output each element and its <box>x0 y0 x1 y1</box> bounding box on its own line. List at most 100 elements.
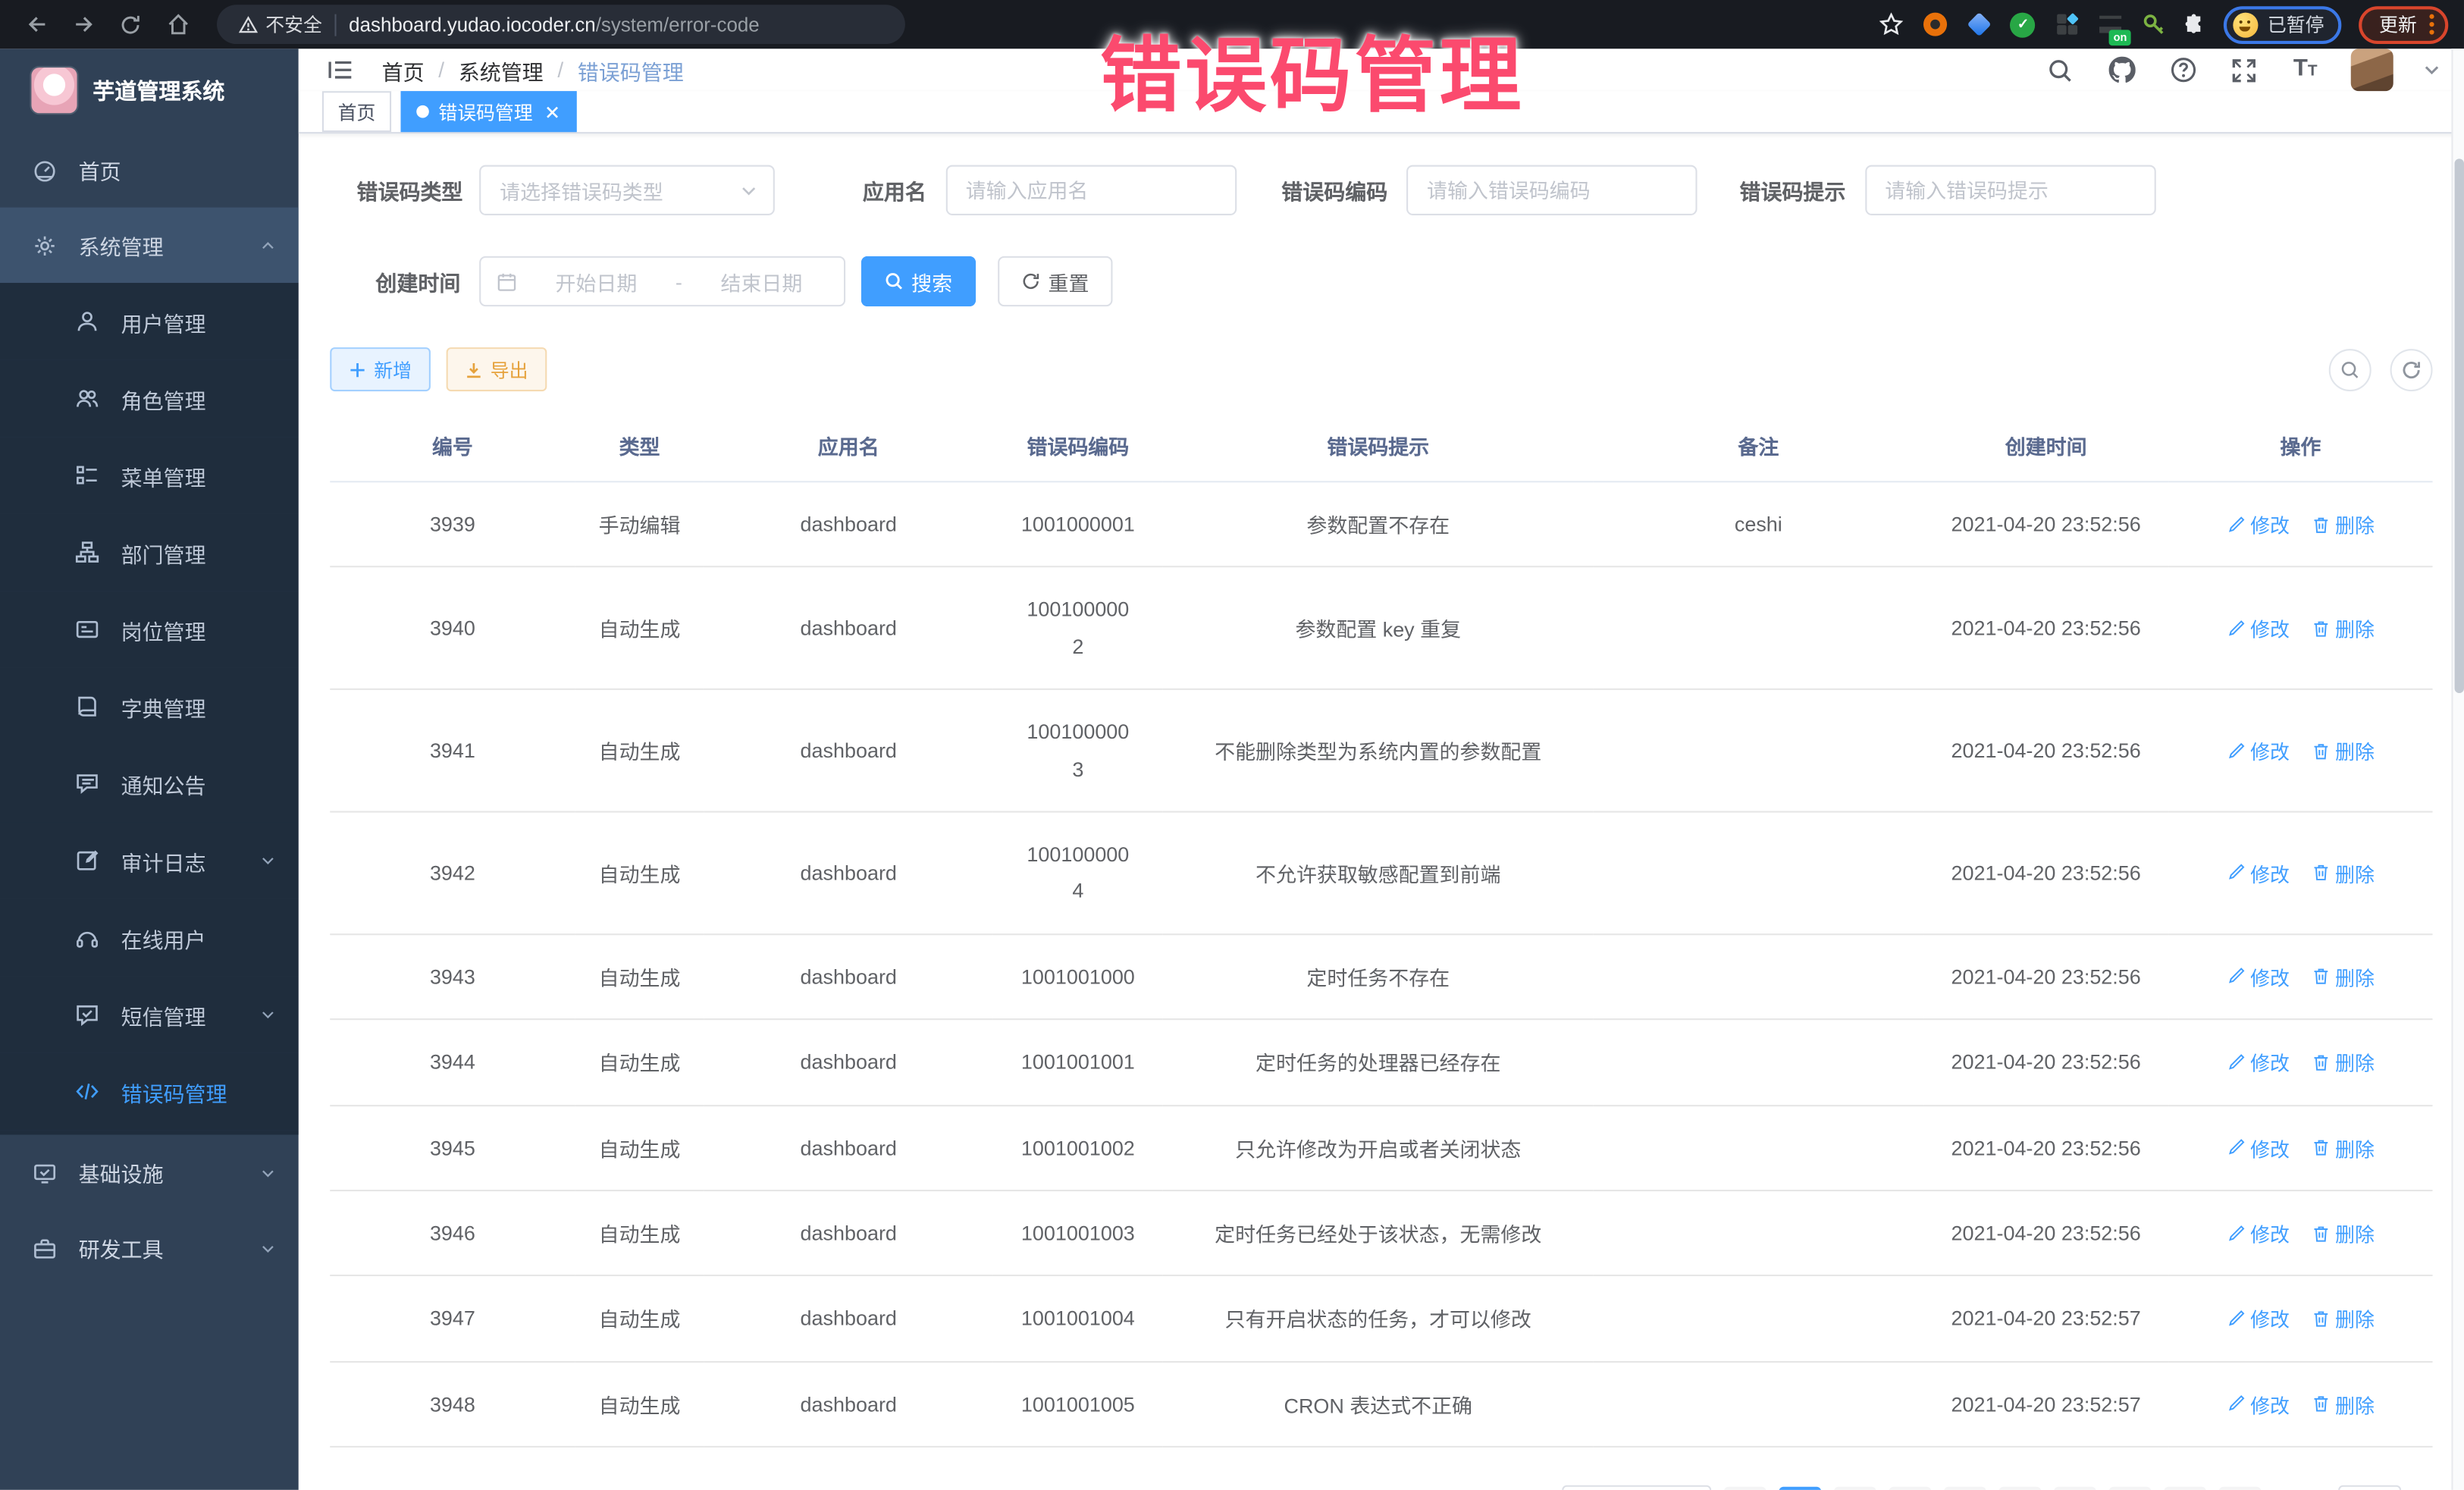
help-icon[interactable] <box>2167 55 2198 86</box>
book-icon <box>74 694 99 719</box>
user-avatar[interactable] <box>2351 49 2393 91</box>
sidebar-item-audit[interactable]: 审计日志 <box>0 822 299 899</box>
url-text[interactable]: dashboard.yudao.iocoder.cn/system/error-… <box>349 14 760 36</box>
extension-icon-key[interactable] <box>2142 13 2165 36</box>
extension-icon-switch[interactable]: on <box>2098 11 2124 38</box>
sidebar-item-devtool[interactable]: 研发工具 <box>0 1210 299 1285</box>
refresh-icon <box>1021 272 1040 291</box>
delete-link[interactable]: 删除 <box>2312 1219 2375 1248</box>
sidebar-item-home[interactable]: 首页 <box>0 132 299 207</box>
sidebar-logo[interactable]: 芋道管理系统 <box>0 49 299 132</box>
sidebar-item-online[interactable]: 在线用户 <box>0 899 299 977</box>
search-icon[interactable] <box>2045 55 2076 86</box>
error-type-select[interactable]: 请选择错误码类型 <box>479 165 775 215</box>
edit-link[interactable]: 修改 <box>2227 1303 2290 1333</box>
bookmark-star-icon[interactable] <box>1878 11 1904 38</box>
tab-home[interactable]: 首页 <box>322 91 391 132</box>
avatar-caret-icon[interactable] <box>2423 61 2440 79</box>
not-secure-warning[interactable]: 不安全 <box>239 11 322 38</box>
error-hint-input[interactable] <box>1864 165 2155 215</box>
sidebar-item-post[interactable]: 岗位管理 <box>0 591 299 668</box>
page-button-6[interactable]: 6 <box>2054 1486 2096 1490</box>
delete-link[interactable]: 删除 <box>2312 736 2375 765</box>
edit-link[interactable]: 修改 <box>2227 510 2290 539</box>
sidebar-item-label: 首页 <box>79 154 121 185</box>
export-button[interactable]: 导出 <box>447 347 547 391</box>
sidebar-item-notice[interactable]: 通知公告 <box>0 745 299 822</box>
address-bar[interactable]: 不安全 dashboard.yudao.iocoder.cn/system/er… <box>217 5 905 44</box>
delete-link[interactable]: 删除 <box>2312 510 2375 539</box>
delete-link[interactable]: 删除 <box>2312 1389 2375 1419</box>
home-icon[interactable] <box>157 5 198 43</box>
scrollbar-thumb[interactable] <box>2455 158 2464 693</box>
fullscreen-icon[interactable] <box>2228 55 2259 86</box>
page-button-2[interactable]: 2 <box>1834 1486 1876 1490</box>
hamburger-icon[interactable] <box>322 52 357 87</box>
prev-page-button[interactable] <box>1724 1486 1766 1490</box>
paused-extension-badge[interactable]: 已暂停 <box>2224 5 2341 43</box>
delete-link[interactable]: 删除 <box>2312 1133 2375 1162</box>
reset-button[interactable]: 重置 <box>998 256 1112 306</box>
edit-link[interactable]: 修改 <box>2227 613 2290 643</box>
page-button-1[interactable]: 1 <box>1779 1486 1821 1490</box>
search-button[interactable]: 搜索 <box>861 256 976 306</box>
page-ellipsis-button[interactable]: ••• <box>2108 1486 2151 1490</box>
extension-icon-orange[interactable] <box>1922 11 1948 38</box>
edit-link[interactable]: 修改 <box>2227 1133 2290 1162</box>
goto-page-input[interactable] <box>2338 1485 2401 1490</box>
edit-link[interactable]: 修改 <box>2227 858 2290 887</box>
sidebar-item-menu[interactable]: 菜单管理 <box>0 437 299 514</box>
extension-icon-gem[interactable] <box>1966 11 1992 38</box>
delete-link[interactable]: 删除 <box>2312 1047 2375 1077</box>
delete-link[interactable]: 删除 <box>2312 1303 2375 1333</box>
bubble-icon <box>74 771 99 796</box>
table-cell: dashboard <box>704 1105 993 1190</box>
breadcrumb-system[interactable]: 系统管理 <box>459 55 544 86</box>
next-page-button[interactable] <box>2219 1486 2262 1490</box>
edit-link[interactable]: 修改 <box>2227 961 2290 991</box>
page-button-4[interactable]: 4 <box>1944 1486 1986 1490</box>
reload-icon[interactable] <box>110 5 151 43</box>
page-button-8[interactable]: 8 <box>2164 1486 2206 1490</box>
app-name-input[interactable] <box>945 165 1236 215</box>
sidebar-item-infra[interactable]: 基础设施 <box>0 1134 299 1209</box>
page-button-5[interactable]: 5 <box>1998 1486 2041 1490</box>
extension-icon-green-check[interactable]: ✓ <box>2010 11 2036 38</box>
browser-menu-icon[interactable] <box>2429 14 2434 35</box>
extensions-puzzle-icon[interactable] <box>2183 13 2206 36</box>
close-icon[interactable] <box>542 102 561 121</box>
tab-error-code[interactable]: 错误码管理 <box>401 91 577 132</box>
github-icon[interactable] <box>2105 55 2136 86</box>
sidebar-item-system[interactable]: 系统管理 <box>0 208 299 283</box>
delete-link[interactable]: 删除 <box>2312 613 2375 643</box>
delete-link[interactable]: 删除 <box>2312 858 2375 887</box>
sidebar-item-role[interactable]: 角色管理 <box>0 360 299 438</box>
sidebar-menu: 首页系统管理用户管理角色管理菜单管理部门管理岗位管理字典管理通知公告审计日志在线… <box>0 132 299 1285</box>
extension-icon-grid[interactable] <box>2054 11 2080 38</box>
font-size-icon[interactable] <box>2290 55 2321 86</box>
sidebar-item-dept[interactable]: 部门管理 <box>0 514 299 591</box>
sidebar-item-dict[interactable]: 字典管理 <box>0 668 299 745</box>
refresh-table-button[interactable] <box>2390 348 2433 391</box>
sidebar-item-errcode[interactable]: 错误码管理 <box>0 1053 299 1131</box>
sidebar-item-user[interactable]: 用户管理 <box>0 283 299 360</box>
column-header: 类型 <box>575 410 704 482</box>
sidebar-item-sms[interactable]: 短信管理 <box>0 976 299 1053</box>
edit-link[interactable]: 修改 <box>2227 1047 2290 1077</box>
delete-link[interactable]: 删除 <box>2312 961 2375 991</box>
breadcrumb-home[interactable]: 首页 <box>382 55 425 86</box>
scrollbar-track[interactable] <box>2451 49 2464 1490</box>
page-button-3[interactable]: 3 <box>1889 1486 1931 1490</box>
page-size-select[interactable]: 10条/页 <box>1562 1485 1711 1490</box>
edit-link[interactable]: 修改 <box>2227 1389 2290 1419</box>
toggle-search-button[interactable] <box>2329 348 2372 391</box>
create-time-range-picker[interactable]: 开始日期 - 结束日期 <box>479 256 845 306</box>
back-icon[interactable] <box>16 5 57 43</box>
edit-link[interactable]: 修改 <box>2227 736 2290 765</box>
forward-icon[interactable] <box>63 5 104 43</box>
browser-update-button[interactable]: 更新 <box>2359 5 2448 43</box>
error-code-input[interactable] <box>1406 165 1697 215</box>
column-header: 错误码编码 <box>993 410 1163 482</box>
edit-link[interactable]: 修改 <box>2227 1219 2290 1248</box>
add-button[interactable]: 新增 <box>330 347 431 391</box>
